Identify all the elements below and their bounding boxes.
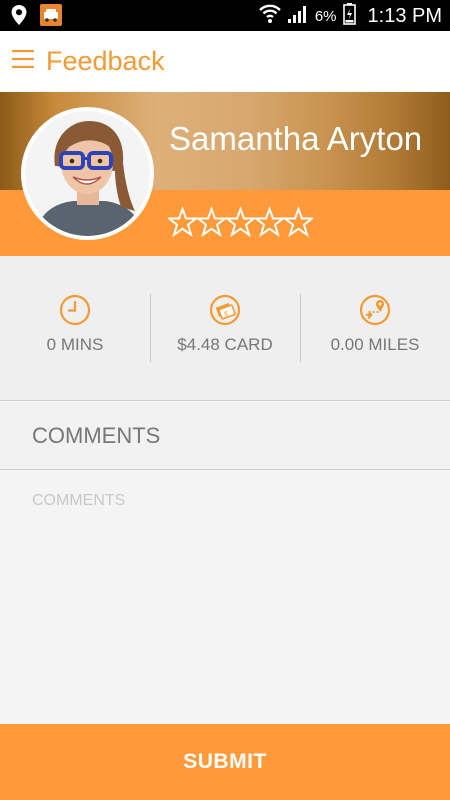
star-icon[interactable] [253,206,286,238]
location-pin-icon [10,4,28,31]
star-rating[interactable] [166,206,315,238]
battery-icon [342,3,356,30]
stat-distance-label: 0.00 MILES [330,335,420,354]
stat-fare-label: $4.48 CARD [177,335,273,354]
menu-button[interactable] [0,31,46,92]
hamburger-menu-icon [12,50,34,73]
signal-icon [287,4,309,29]
stat-distance: 0.00 MILES [300,256,450,400]
star-icon[interactable] [282,206,315,238]
comments-input[interactable] [0,470,450,724]
star-icon[interactable] [195,206,228,238]
user-name: Samantha Aryton [169,120,423,157]
wifi-icon [258,4,281,29]
status-time: 1:13 PM [367,5,442,27]
comments-heading: COMMENTS [32,423,161,448]
route-icon [359,294,391,326]
clock-icon [59,294,91,326]
stat-duration: 0 MINS [0,256,150,400]
trip-stats: 0 MINS $ $4.48 CARD 0.00 MILES [0,256,450,400]
taxi-app-icon [40,4,62,31]
stat-fare: $ $4.48 CARD [150,256,300,400]
card-payment-icon: $ [209,294,241,326]
battery-percent: 6% [314,8,337,25]
star-icon[interactable] [166,206,199,238]
app-bar: Feedback [0,31,450,92]
submit-button[interactable]: SUBMIT [0,724,450,800]
star-icon[interactable] [224,206,257,238]
svg-text:$: $ [224,310,228,318]
section-divider [0,400,450,401]
stat-duration-label: 0 MINS [46,335,104,354]
avatar [21,107,154,240]
page-title: Feedback [46,46,165,76]
status-bar: 6% 1:13 PM [0,0,450,31]
avatar-photo [25,111,150,236]
